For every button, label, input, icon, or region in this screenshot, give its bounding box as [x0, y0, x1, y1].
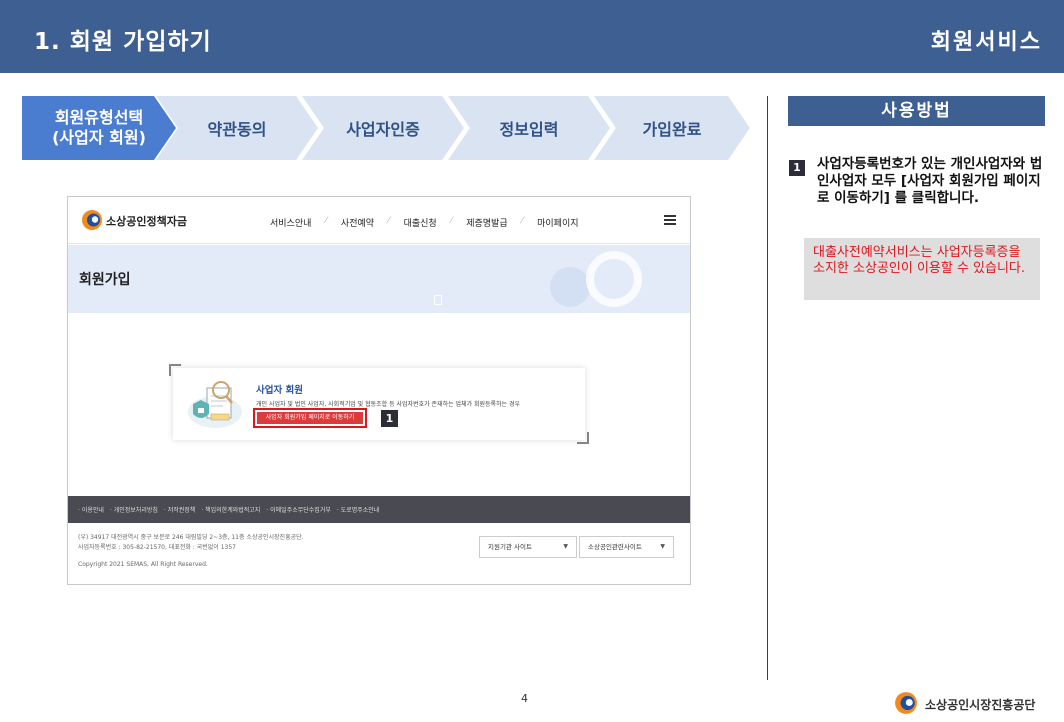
semas-logo-icon — [82, 210, 102, 230]
step-terms-label: 약관동의 — [207, 120, 267, 139]
menu-certificate[interactable]: 제증명발급 — [466, 216, 507, 229]
card-title: 사업자 회원 — [256, 385, 304, 396]
card-description: 개인 사업자 및 법인 사업자, 사회적기업 및 협동조합 등 사업자번호가 존… — [256, 401, 521, 408]
footer-link-privacy[interactable]: · 개인정보처리방침 — [110, 505, 158, 514]
biz-member-card: 사업자 회원 개인 사업자 및 법인 사업자, 사회적기업 및 협동조합 등 사… — [173, 368, 585, 440]
page-banner: 회원가입 — [68, 245, 690, 313]
note-box: 대출사전예약서비스는 사업자등록증을 소지한 소상공인이 이용할 수 있습니다. — [804, 238, 1040, 300]
chevron-down-icon: ▼ — [660, 543, 665, 550]
step-member-type: 회원유형선택 (사업자 회원) — [22, 96, 176, 160]
step-complete: 가입완료 — [594, 96, 750, 160]
menu-loan-apply[interactable]: 대출신청 — [404, 216, 437, 229]
menu-mypage[interactable]: 마이페이지 — [537, 216, 578, 229]
footer-link-usage[interactable]: · 이용안내 — [78, 505, 104, 514]
step-info-input-label: 정보입력 — [499, 120, 559, 139]
site-menu: 서비스안내 ⁄ 사전예약 ⁄ 대출신청 ⁄ 제증명발급 ⁄ 마이페이지 — [270, 216, 579, 229]
footer-info: (우) 34917 대전광역시 중구 보문로 246 대림빌딩 2~3층, 11… — [78, 533, 304, 553]
step-terms: 약관동의 — [156, 96, 318, 160]
page-title: 1. 회원 가입하기 — [34, 29, 212, 55]
vertical-divider — [767, 96, 768, 680]
instruction-item: 1 사업자등록번호가 있는 개인사업자와 법인사업자 모두 [사업자 회원가입 … — [789, 156, 1045, 207]
related-site-select-value: 소상공인관련사이트 — [588, 543, 642, 551]
biz-member-illustration-icon — [188, 381, 242, 428]
instruction-text: 사업자등록번호가 있는 개인사업자와 법인사업자 모두 [사업자 회원가입 페이… — [817, 156, 1043, 206]
footer-copyright: Copyright 2021 SEMAS, All Right Reserved… — [78, 561, 208, 568]
footer-link-copyright[interactable]: · 저작권정책 — [164, 505, 195, 514]
biz-signup-button-highlight: 사업자 회원가입 페이지로 이동하기 — [253, 408, 367, 428]
banner-title: 회원가입 — [79, 272, 131, 288]
section-title: 회원서비스 — [930, 30, 1042, 55]
step-complete-label: 가입완료 — [642, 120, 702, 139]
footer-biz-number: 사업자등록번호 : 305-82-21570, 대표전화 : 국번없이 1357 — [78, 544, 236, 551]
step-biz-verify: 사업자인증 — [302, 96, 464, 160]
hamburger-menu-icon[interactable] — [664, 215, 676, 225]
footer-link-email[interactable]: · 이메일주소무단수집거부 — [266, 505, 331, 514]
related-org-select-value: 지원기관 사이트 — [488, 543, 532, 551]
biz-signup-button[interactable]: 사업자 회원가입 페이지로 이동하기 — [257, 412, 363, 424]
page-number: 4 — [521, 692, 528, 705]
step-member-type-line2: (사업자 회원) — [52, 128, 146, 147]
footer-link-address[interactable]: · 도로명주소안내 — [337, 505, 379, 514]
related-site-select[interactable]: 소상공인관련사이트 ▼ — [579, 536, 674, 558]
member-type-card-frame: 사업자 회원 개인 사업자 및 법인 사업자, 사회적기업 및 협동조합 등 사… — [169, 364, 589, 444]
step-progress: 회원유형선택 (사업자 회원) 약관동의 사업자인증 정보입력 가입완료 — [22, 96, 750, 160]
menu-service-guide[interactable]: 서비스안내 — [270, 216, 311, 229]
site-footer-links: · 이용안내 · 개인정보처리방침 · 저작권정책 · 책임의한계와법적고지 ·… — [68, 496, 690, 523]
site-brand: 소상공인정책자금 — [106, 215, 187, 228]
instruction-number-badge: 1 — [789, 160, 805, 176]
org-name: 소상공인시장진흥공단 — [925, 698, 1036, 712]
site-nav: 소상공인정책자금 서비스안내 ⁄ 사전예약 ⁄ 대출신청 ⁄ 제증명발급 ⁄ 마이페이지 — [68, 197, 690, 244]
page-header: 1. 회원 가입하기 회원서비스 — [0, 0, 1064, 73]
related-org-select[interactable]: 지원기관 사이트 ▼ — [479, 536, 577, 558]
chevron-down-icon: ▼ — [563, 543, 568, 550]
step-biz-verify-label: 사업자인증 — [346, 120, 420, 139]
org-logo: 소상공인시장진흥공단 — [892, 689, 1052, 717]
step-info-input: 정보입력 — [448, 96, 610, 160]
step-marker-badge: 1 — [381, 410, 398, 427]
footer-link-legal[interactable]: · 책임의한계와법적고지 — [201, 505, 260, 514]
menu-pre-reservation[interactable]: 사전예약 — [341, 216, 374, 229]
footer-address: (우) 34917 대전광역시 중구 보문로 246 대림빌딩 2~3층, 11… — [78, 534, 304, 541]
step-member-type-line1: 회원유형선택 — [54, 108, 144, 127]
semas-logo-icon — [895, 692, 917, 714]
usage-header: 사용방법 — [788, 96, 1045, 126]
website-screenshot: 소상공인정책자금 서비스안내 ⁄ 사전예약 ⁄ 대출신청 ⁄ 제증명발급 ⁄ 마이페이지… — [67, 196, 691, 585]
